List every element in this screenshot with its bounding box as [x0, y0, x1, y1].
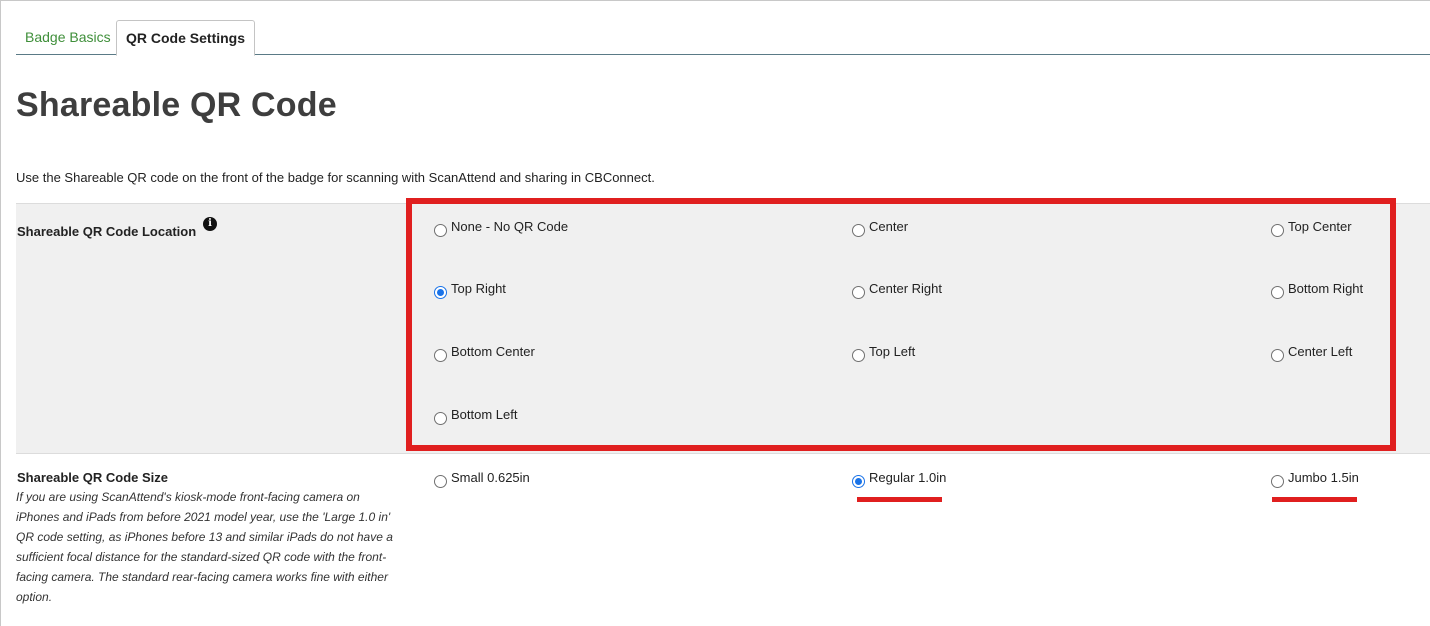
tab-bar: Badge Basics QR Code Settings [16, 20, 1430, 56]
size-help-text: If you are using ScanAttend's kiosk-mode… [16, 490, 393, 604]
annotation-underline-regular [857, 497, 942, 502]
tab-qr-code-settings[interactable]: QR Code Settings [116, 20, 256, 56]
radio-icon[interactable] [434, 349, 447, 362]
radio-icon[interactable] [1271, 349, 1284, 362]
tab-badge-basics[interactable]: Badge Basics [16, 20, 120, 55]
radio-icon-selected[interactable] [434, 286, 447, 299]
radio-icon[interactable] [852, 286, 865, 299]
radio-icon[interactable] [434, 475, 447, 488]
radio-icon-selected[interactable] [852, 475, 865, 488]
location-label: Shareable QR Code Location [17, 224, 197, 239]
annotation-underline-jumbo [1272, 497, 1357, 502]
size-label: Shareable QR Code Size [17, 470, 168, 485]
radio-icon[interactable] [434, 224, 447, 237]
radio-icon[interactable] [1271, 475, 1284, 488]
page-description: Use the Shareable QR code on the front o… [16, 170, 655, 185]
radio-icon[interactable] [434, 412, 447, 425]
radio-icon[interactable] [1271, 224, 1284, 237]
radio-icon[interactable] [852, 224, 865, 237]
radio-icon[interactable] [1271, 286, 1284, 299]
radio-icon[interactable] [852, 349, 865, 362]
page-title: Shareable QR Code [16, 86, 337, 124]
info-icon[interactable]: i [203, 217, 217, 231]
location-section [16, 203, 1430, 454]
